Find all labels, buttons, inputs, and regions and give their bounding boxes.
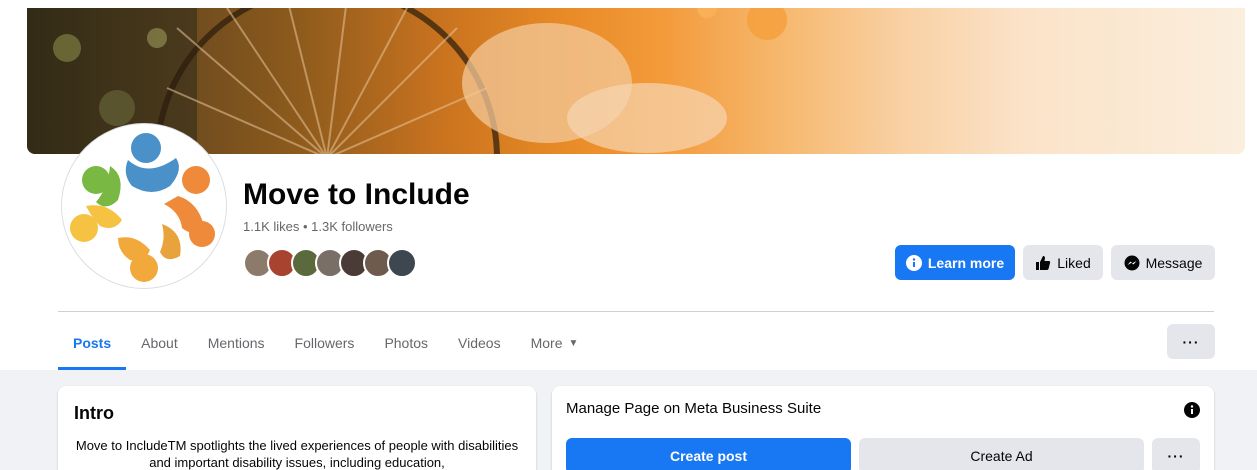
tabs-overflow-button[interactable]: ···	[1167, 324, 1215, 359]
create-ad-button[interactable]: Create Ad	[859, 438, 1144, 470]
caret-down-icon: ▼	[568, 337, 579, 349]
tab-about[interactable]: About	[126, 316, 193, 370]
learn-more-label: Learn more	[927, 254, 1005, 271]
info-icon[interactable]	[1184, 402, 1200, 418]
intro-card: Intro Move to IncludeTM spotlights the l…	[58, 386, 536, 470]
tab-label: More	[530, 335, 563, 351]
tab-label: Followers	[294, 335, 355, 351]
thumbs-up-icon	[1036, 255, 1051, 270]
message-label: Message	[1145, 254, 1203, 271]
tab-label: Mentions	[207, 335, 265, 351]
manage-more-button[interactable]: ···	[1152, 438, 1200, 470]
messenger-icon	[1124, 255, 1140, 270]
tab-label: About	[141, 335, 178, 351]
intro-description: Move to IncludeTM spotlights the lived e…	[75, 438, 519, 470]
tab-posts[interactable]: Posts	[58, 316, 127, 370]
tab-videos[interactable]: Videos	[443, 316, 516, 370]
liked-button[interactable]: Liked	[1023, 245, 1103, 280]
intro-title: Intro	[74, 403, 114, 423]
tab-mentions[interactable]: Mentions	[193, 316, 280, 370]
info-icon	[905, 254, 922, 271]
tab-label: Posts	[73, 335, 112, 351]
header-divider	[58, 311, 1214, 312]
manage-page-card: Manage Page on Meta Business Suite Creat…	[552, 386, 1214, 470]
tab-label: Videos	[458, 335, 501, 351]
avatar[interactable]	[387, 248, 417, 278]
tab-photos[interactable]: Photos	[369, 316, 443, 370]
follower-avatars[interactable]	[243, 248, 417, 280]
manage-page-title: Manage Page on Meta Business Suite	[566, 400, 822, 417]
learn-more-button[interactable]: Learn more	[895, 245, 1015, 280]
page-title: Move to Include	[243, 178, 470, 211]
page-profile-picture[interactable]	[62, 124, 226, 288]
page-tabs: Posts About Mentions Followers Photos Vi…	[58, 316, 593, 370]
create-post-button[interactable]: Create post	[566, 438, 851, 470]
tab-more[interactable]: More ▼	[516, 316, 594, 370]
tab-followers[interactable]: Followers	[280, 316, 370, 370]
cover-wheelchair-illustration	[27, 8, 787, 154]
tab-label: Photos	[384, 335, 429, 351]
liked-label: Liked	[1057, 254, 1091, 271]
move-to-include-logo	[66, 128, 222, 284]
message-button[interactable]: Message	[1111, 245, 1215, 280]
cover-photo[interactable]	[27, 8, 1245, 154]
page-stats[interactable]: 1.1K likes • 1.3K followers	[243, 219, 393, 234]
